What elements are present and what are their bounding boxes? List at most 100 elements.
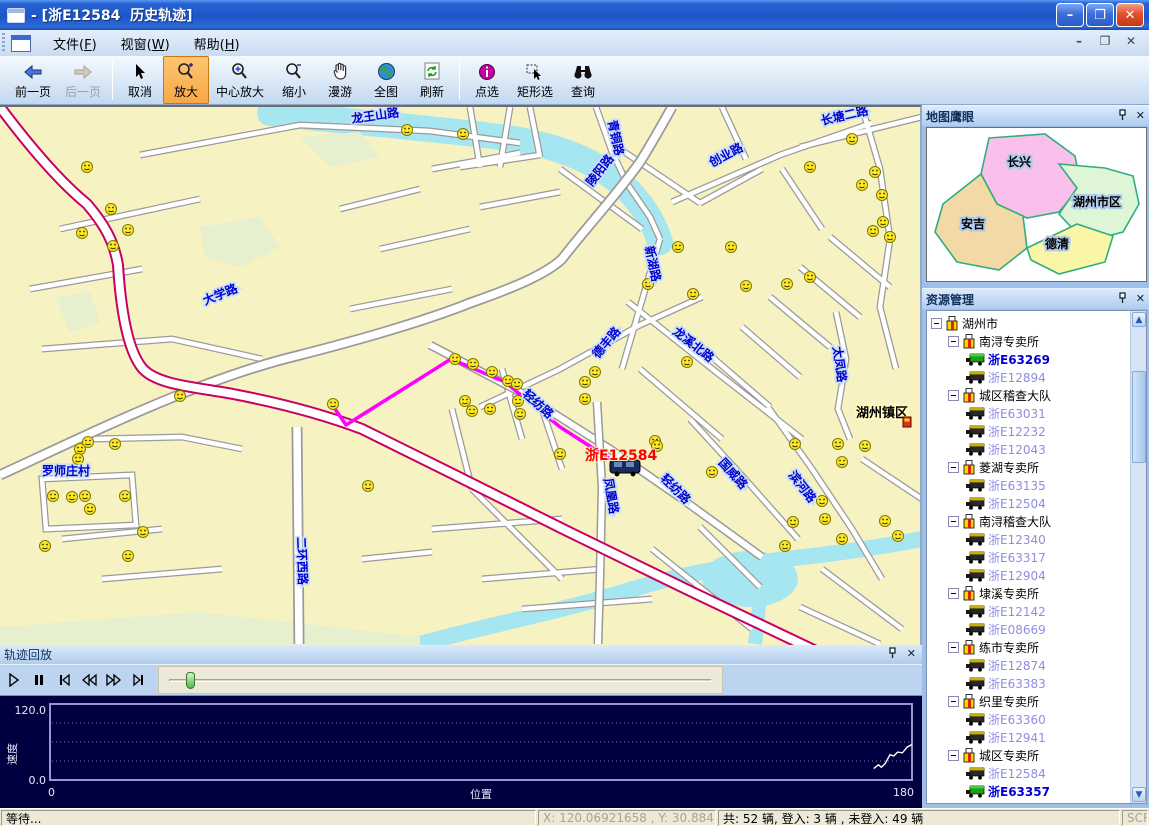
tree-vehicle-浙E63031[interactable]: 浙E63031 <box>927 404 1130 422</box>
vehicle-smiley-marker[interactable] <box>67 492 78 503</box>
playback-slider[interactable] <box>158 666 723 694</box>
vehicle-smiley-marker[interactable] <box>868 226 879 237</box>
vehicle-smiley-marker[interactable] <box>673 242 684 253</box>
toolbar-button-rect-select[interactable]: 矩形选 <box>510 56 560 104</box>
vehicle-smiley-marker[interactable] <box>805 162 816 173</box>
vehicle-smiley-marker[interactable] <box>817 496 828 507</box>
pin-icon[interactable] <box>1118 292 1129 305</box>
vehicle-smiley-marker[interactable] <box>682 357 693 368</box>
vehicle-smiley-marker[interactable] <box>485 404 496 415</box>
vehicle-smiley-marker[interactable] <box>48 491 59 502</box>
menu-file[interactable]: 文件(F) <box>41 31 109 56</box>
mdi-restore-button[interactable]: ❐ <box>1097 34 1113 48</box>
vehicle-smiley-marker[interactable] <box>85 504 96 515</box>
toolbar-button-zoom-out[interactable]: 缩小 <box>271 56 317 104</box>
vehicle-smiley-marker[interactable] <box>782 279 793 290</box>
tree-collapse-box[interactable] <box>948 696 959 707</box>
vehicle-smiley-marker[interactable] <box>487 367 498 378</box>
scroll-down-arrow[interactable]: ▼ <box>1132 787 1146 802</box>
toolbar-button-cancel[interactable]: 取消 <box>117 56 163 104</box>
tree-node-菱湖专卖所[interactable]: 菱湖专卖所 <box>927 458 1130 476</box>
vehicle-smiley-marker[interactable] <box>468 359 479 370</box>
vehicle-smiley-marker[interactable] <box>515 409 526 420</box>
close-panel-icon[interactable]: ✕ <box>1136 292 1145 305</box>
toolbar-button-pan[interactable]: 漫游 <box>317 56 363 104</box>
close-panel-icon[interactable]: ✕ <box>1136 109 1145 122</box>
vehicle-smiley-marker[interactable] <box>467 406 478 417</box>
tree-vehicle-浙E12874[interactable]: 浙E12874 <box>927 656 1130 674</box>
tree-vehicle-浙E12142[interactable]: 浙E12142 <box>927 602 1130 620</box>
restore-button[interactable]: ❐ <box>1086 3 1114 27</box>
tree-vehicle-浙E63357[interactable]: 浙E63357 <box>927 782 1130 800</box>
vehicle-smiley-marker[interactable] <box>363 481 374 492</box>
vehicle-smiley-marker[interactable] <box>870 167 881 178</box>
vehicle-smiley-marker[interactable] <box>847 134 858 145</box>
vehicle-smiley-marker[interactable] <box>108 241 119 252</box>
pause-button[interactable] <box>28 668 50 692</box>
vehicle-smiley-marker[interactable] <box>688 289 699 300</box>
vehicle-smiley-marker[interactable] <box>707 467 718 478</box>
vehicle-smiley-marker[interactable] <box>880 516 891 527</box>
vehicle-smiley-marker[interactable] <box>580 377 591 388</box>
play-button[interactable] <box>3 668 25 692</box>
vehicle-smiley-marker[interactable] <box>580 394 591 405</box>
vehicle-smiley-marker[interactable] <box>726 242 737 253</box>
tree-node-织里专卖所[interactable]: 织里专卖所 <box>927 692 1130 710</box>
minimize-button[interactable]: – <box>1056 3 1084 27</box>
tree-collapse-box[interactable] <box>948 516 959 527</box>
vehicle-smiley-marker[interactable] <box>837 534 848 545</box>
vehicle-smiley-marker[interactable] <box>460 396 471 407</box>
tree-collapse-box[interactable] <box>948 390 959 401</box>
tree-collapse-box[interactable] <box>931 318 942 329</box>
tree-vehicle-浙E63360[interactable]: 浙E63360 <box>927 710 1130 728</box>
toolbar-button-point-select[interactable]: 点选 <box>464 56 510 104</box>
vehicle-smiley-marker[interactable] <box>402 125 413 136</box>
vehicle-smiley-marker[interactable] <box>328 399 339 410</box>
vehicle-smiley-marker[interactable] <box>82 162 93 173</box>
vehicle-smiley-marker[interactable] <box>790 439 801 450</box>
tree-vehicle-浙E12232[interactable]: 浙E12232 <box>927 422 1130 440</box>
pin-icon[interactable] <box>888 647 899 660</box>
vehicle-smiley-marker[interactable] <box>40 541 51 552</box>
toolbar-button-refresh[interactable]: 刷新 <box>409 56 455 104</box>
pin-icon[interactable] <box>1118 109 1129 122</box>
tree-node-南浔稽查大队[interactable]: 南浔稽查大队 <box>927 512 1130 530</box>
vehicle-smiley-marker[interactable] <box>138 527 149 538</box>
vehicle-smiley-marker[interactable] <box>106 204 117 215</box>
vehicle-smiley-marker[interactable] <box>75 444 86 455</box>
vehicle-smiley-marker[interactable] <box>780 541 791 552</box>
scroll-up-arrow[interactable]: ▲ <box>1132 312 1146 327</box>
vehicle-smiley-marker[interactable] <box>837 457 848 468</box>
vehicle-smiley-marker[interactable] <box>458 129 469 140</box>
vehicle-smiley-marker[interactable] <box>805 272 816 283</box>
vehicle-smiley-marker[interactable] <box>820 514 831 525</box>
tree-node-练市专卖所[interactable]: 练市专卖所 <box>927 638 1130 656</box>
tree-vehicle-浙E12340[interactable]: 浙E12340 <box>927 530 1130 548</box>
vehicle-smiley-marker[interactable] <box>110 439 121 450</box>
mdi-document-icon[interactable] <box>11 35 31 52</box>
vehicle-smiley-marker[interactable] <box>512 379 523 390</box>
tree-node-南浔专卖所[interactable]: 南浔专卖所 <box>927 332 1130 350</box>
vehicle-smiley-marker[interactable] <box>833 439 844 450</box>
tree-node-城区专卖所[interactable]: 城区专卖所 <box>927 746 1130 764</box>
vehicle-smiley-marker[interactable] <box>123 225 134 236</box>
vehicle-smiley-marker[interactable] <box>857 180 868 191</box>
tree-scrollbar[interactable]: ▲ ▼ <box>1130 311 1146 803</box>
map-viewport[interactable]: 龙王山路青铜路长塘二路创业路陵阳路新湖路大学路德丰路龙溪北路轻纺路轻纺路凤凰路国… <box>0 105 922 645</box>
vehicle-smiley-marker[interactable] <box>893 531 904 542</box>
vehicle-smiley-marker[interactable] <box>73 454 84 465</box>
toolbar-button-center-zoom[interactable]: 中心放大 <box>209 56 271 104</box>
vehicle-smiley-marker[interactable] <box>450 354 461 365</box>
tree-vehicle-浙E09387[interactable]: 浙E09387 <box>927 800 1130 803</box>
tree-collapse-box[interactable] <box>948 336 959 347</box>
scroll-thumb[interactable] <box>1132 371 1146 463</box>
close-panel-icon[interactable]: ✕ <box>907 647 916 660</box>
vehicle-smiley-marker[interactable] <box>878 217 889 228</box>
fast-forward-button[interactable] <box>103 668 125 692</box>
vehicle-smiley-marker[interactable] <box>123 551 134 562</box>
tree-collapse-box[interactable] <box>948 462 959 473</box>
tree-vehicle-浙E63317[interactable]: 浙E63317 <box>927 548 1130 566</box>
tree-vehicle-浙E63269[interactable]: 浙E63269 <box>927 350 1130 368</box>
rewind-button[interactable] <box>78 668 100 692</box>
toolbar-button-full-map[interactable]: 全图 <box>363 56 409 104</box>
